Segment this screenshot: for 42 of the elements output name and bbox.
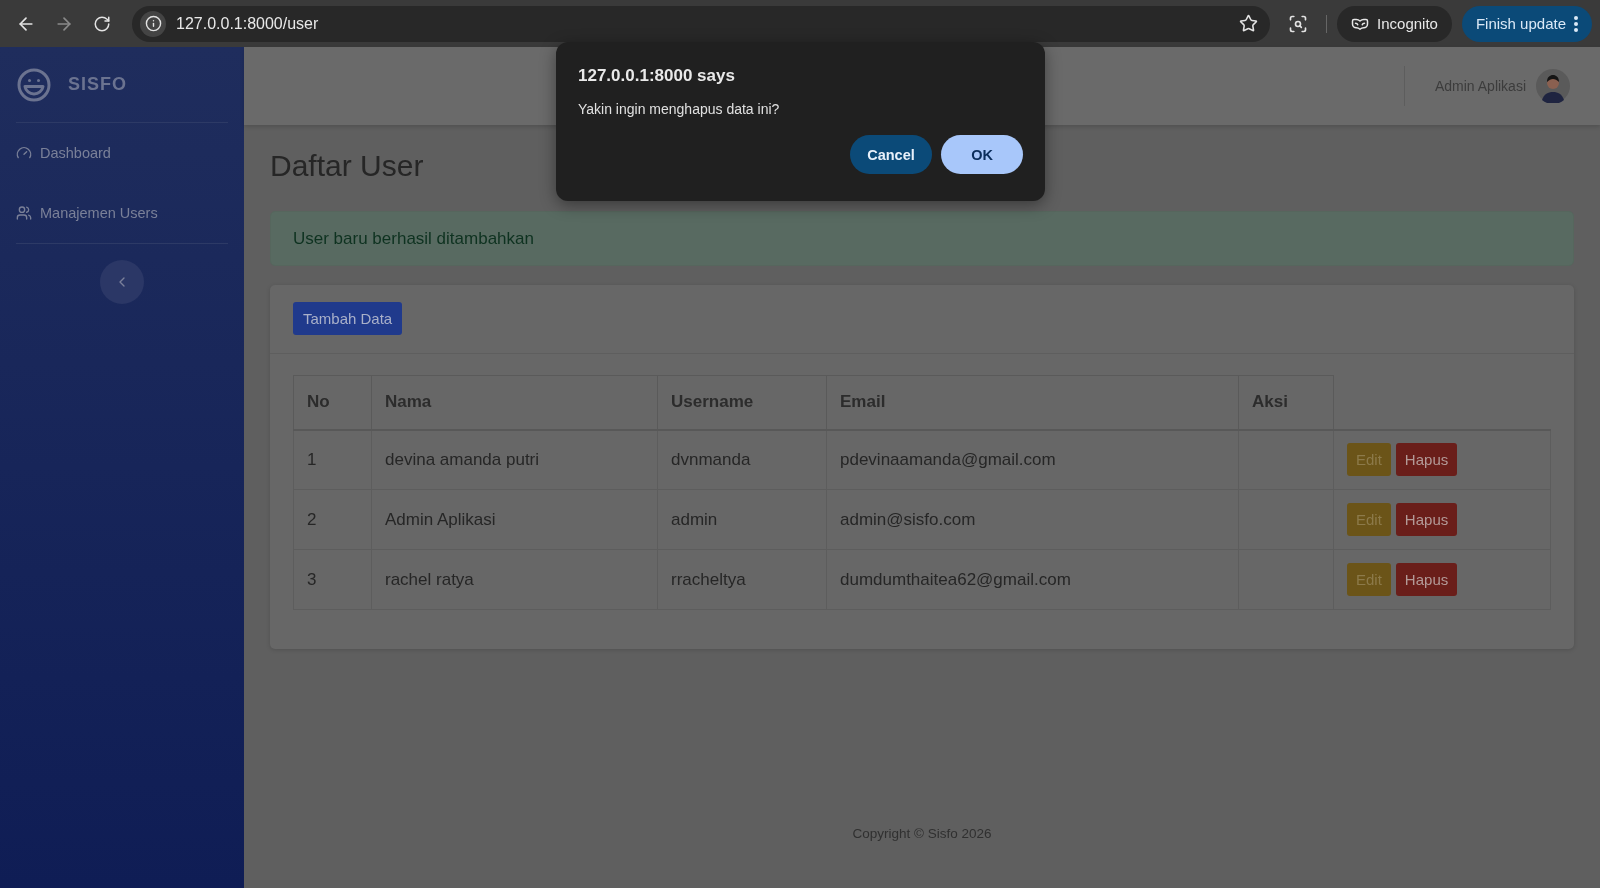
dialog-message: Yakin ingin menghapus data ini? [578,101,781,117]
column-header: Aksi [1238,375,1334,430]
table-cell: dumdumthaitea62@gmail.com [826,549,1239,610]
table-cell: pdevinaamanda@gmail.com [826,429,1239,490]
brand-name: SISFO [68,74,127,95]
delete-button[interactable]: Hapus [1395,563,1458,596]
table-cell: 1 [293,429,372,490]
url-text: 127.0.0.1:8000/user [176,14,320,33]
table-cell: rachel ratya [371,549,658,610]
avatar-icon [1536,69,1570,103]
column-header: Username [657,375,827,430]
table-cell: devina amanda putri [371,429,658,490]
more-icon [1574,15,1578,32]
gauge-icon [16,145,32,161]
table-cell: admin@sisfo.com [826,489,1239,550]
table-cell: Admin Aplikasi [371,489,658,550]
info-icon[interactable] [140,10,166,37]
profile-button[interactable]: Incognito [1337,5,1452,42]
users-icon [16,205,32,221]
sidebar-item[interactable]: Manajemen Users [16,183,228,243]
ok-button[interactable]: OK [941,135,1023,174]
star-icon[interactable] [1239,14,1259,33]
tab-search-icon[interactable] [1288,13,1309,34]
column-header: No [293,375,372,430]
address-bar[interactable]: 127.0.0.1:8000/user [132,5,1271,42]
delete-button[interactable]: Hapus [1395,443,1458,477]
cancel-button[interactable]: Cancel [850,135,932,174]
table-cell: 2 [293,489,372,550]
page-title: Daftar User [270,148,424,184]
delete-button[interactable]: Hapus [1395,503,1458,536]
table-cell: dvnmanda [657,429,827,490]
add-data-button[interactable]: Tambah Data [293,302,403,335]
sidebar-item[interactable]: Dashboard [16,123,228,183]
table-cell: admin [657,489,827,550]
smiley-icon [16,66,52,103]
column-header: Nama [371,375,658,430]
column-header: Email [826,375,1239,430]
table-cell: 3 [293,549,372,610]
dialog-title: 127.0.0.1:8000 says [578,66,736,86]
update-button[interactable]: Finish update [1461,5,1592,42]
table-cell: rracheltya [657,549,827,610]
success-alert: User baru berhasil ditambahkan [270,211,1574,266]
